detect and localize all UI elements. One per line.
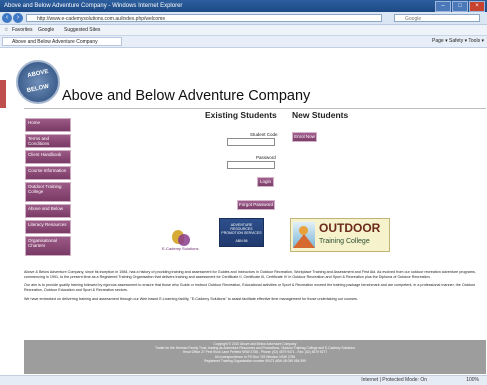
search-placeholder: Google [405,16,422,22]
enrol-now-button[interactable]: Enrol Now [292,132,317,142]
favorites-bar: ☆ Favorites Google Suggested Sites [0,25,487,36]
header-divider [24,108,486,109]
forgot-password-button[interactable]: Forgot Password [237,200,275,210]
minimize-icon[interactable]: – [435,1,451,12]
tools-menu[interactable]: Tools [468,38,480,44]
student-code-input[interactable] [227,138,275,146]
ecademy-logo[interactable]: E-Cademy Solutions [162,230,198,252]
window-controls: – □ × [435,1,485,12]
web-page: ABOVE BELOW Above and Below Adventure Co… [0,48,487,375]
tab-label: Above and Below Adventure Company [12,39,98,45]
url-text: http://www.e-cademysolutions.com.au/inde… [37,16,166,22]
sidebar-item-outdoor-college[interactable]: Outdoor Training College [25,182,71,202]
outdoor-logo-title: OUTDOOR [319,221,381,235]
sidebar-item-course-info[interactable]: Course Information [25,166,71,180]
command-bar: Page ▾ Safety ▾ Tools ▾ [432,38,484,44]
tab-bar: Above and Below Adventure Company Page ▾… [0,36,487,48]
forward-icon[interactable]: › [13,13,23,23]
company-name: Above and Below Adventure Company [62,88,311,104]
sidebar-nav: Home Terms and Conditions Client Handboo… [25,118,71,258]
intro-text: Above & Below Adventure Company, since i… [24,270,486,306]
search-input[interactable]: Google [394,14,480,22]
sidebar-item-terms[interactable]: Terms and Conditions [25,134,71,148]
password-input[interactable] [227,161,275,169]
outdoor-logo-subtitle: Training College [319,238,370,245]
logo-text-bottom: BELOW [26,83,50,95]
sidebar-item-handbook[interactable]: Client Handbook [25,150,71,164]
address-input[interactable]: http://www.e-cademysolutions.com.au/inde… [26,14,382,22]
favorites-star-icon[interactable]: ☆ [4,25,8,35]
close-icon[interactable]: × [469,1,485,12]
maximize-icon[interactable]: □ [452,1,468,12]
arps-line-2: PROMOTION SERVICES [221,231,262,235]
existing-students-heading: Existing Students [205,110,277,120]
site-footer: Copyright © 2010 Above and Below Adventu… [24,340,486,374]
adventure-resources-logo[interactable]: ADVENTURE RESOURCES PROMOTION SERVICES A… [219,218,264,247]
page-menu[interactable]: Page [432,38,444,44]
intro-paragraph-3: We have embarked on delivering training … [24,296,358,301]
sidebar-item-literacy[interactable]: Literacy Resources [25,220,71,234]
password-label: Password [256,155,276,160]
suggested-sites-link[interactable]: Suggested Sites [64,25,100,35]
window-title: Above and Below Adventure Company - Wind… [4,3,183,9]
ecademy-swirl-icon-2 [178,234,190,246]
safety-menu[interactable]: Safety [449,38,463,44]
new-students-heading: New Students [292,110,349,120]
logo-text-top: ABOVE [26,68,50,80]
sidebar-item-home[interactable]: Home [25,118,71,132]
outdoor-training-college-logo[interactable]: OUTDOOR Training College [290,218,390,252]
tab-active[interactable]: Above and Below Adventure Company [2,37,122,46]
sidebar-item-charters[interactable]: Organisational Charters [25,236,71,256]
mountain-icon [293,234,315,248]
mountain-sun-icon [293,222,315,248]
back-icon[interactable]: ‹ [2,13,12,23]
intro-paragraph-2: Our aim is to provide quality training f… [24,283,476,293]
address-bar-row: ‹ › http://www.e-cademysolutions.com.au/… [0,12,487,25]
company-logo[interactable]: ABOVE BELOW [16,60,60,104]
arps-line-3: ABN 86 [235,239,248,243]
footer-rto: Registered Training Organisation number … [204,358,306,363]
student-code-label: Student Code [250,132,278,137]
favorites-link[interactable]: Favorites [12,25,33,35]
partner-logos: E-Cademy Solutions ADVENTURE RESOURCES P… [78,210,478,260]
login-button[interactable]: Login [257,177,274,187]
decorative-ribbon [0,80,6,108]
ecademy-logo-text: E-Cademy Solutions [162,246,199,251]
browser-title-bar: Above and Below Adventure Company - Wind… [0,0,487,12]
sidebar-item-above-below[interactable]: Above and Below [25,204,71,218]
arps-line-1: ADVENTURE RESOURCES [230,223,253,231]
intro-paragraph-1: Above & Below Adventure Company, since i… [24,270,476,279]
google-link[interactable]: Google [38,25,54,35]
